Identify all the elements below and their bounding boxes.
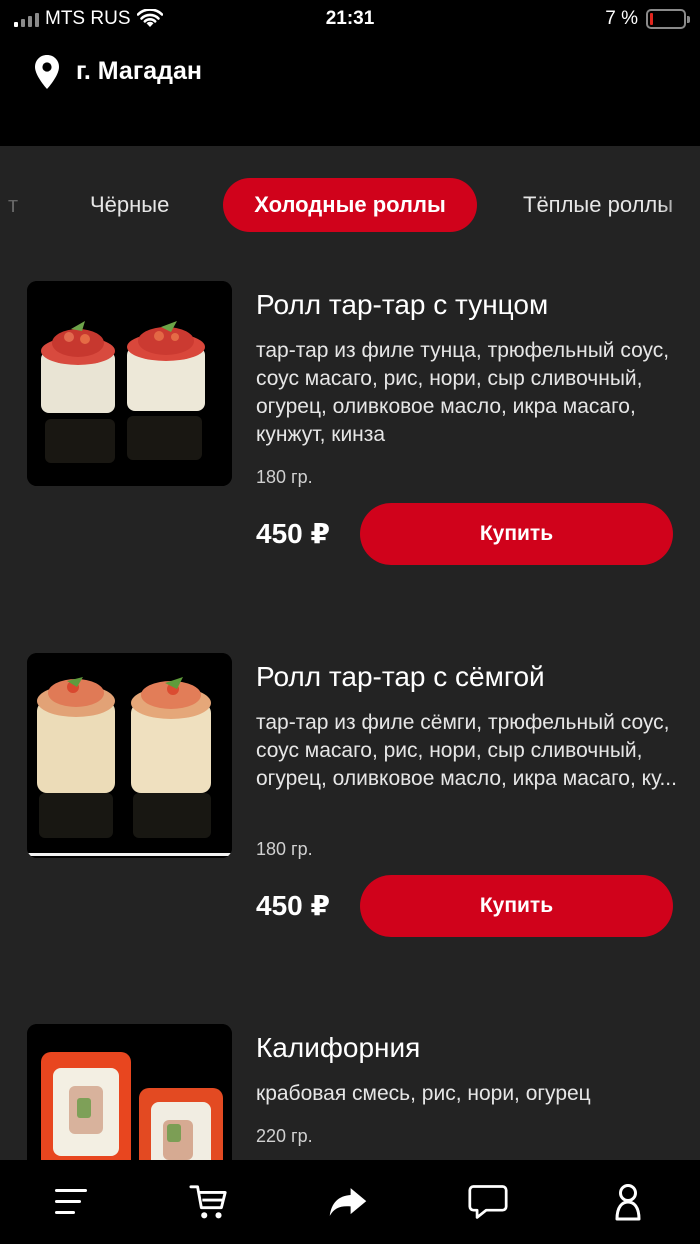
- menu-icon[interactable]: [50, 1182, 90, 1222]
- product-description: тар-тар из филе сёмги, трюфельный соус, …: [256, 711, 677, 790]
- battery-icon: [646, 9, 690, 29]
- product-name[interactable]: Ролл тар-тар с тунцом: [256, 289, 548, 321]
- menu-content[interactable]: т Чёрные Холодные роллы Тёплые роллы Рол…: [0, 146, 700, 1160]
- product-image[interactable]: [27, 1024, 232, 1160]
- clock: 21:31: [325, 8, 375, 29]
- cart-icon[interactable]: [189, 1182, 229, 1222]
- tab-previous-partial[interactable]: т: [8, 178, 18, 232]
- product-price: 450 ₽: [256, 890, 330, 921]
- tab-cold-rolls[interactable]: Холодные роллы: [223, 178, 477, 232]
- status-bar: MTS RUS 21:31 7 %: [0, 0, 700, 40]
- location-pin-icon: [35, 55, 59, 89]
- battery-percent: 7 %: [605, 8, 638, 29]
- profile-icon[interactable]: [608, 1182, 648, 1222]
- product-price: 450 ₽: [256, 518, 330, 549]
- buy-button[interactable]: Купить: [360, 875, 673, 937]
- product-weight: 220 гр.: [256, 1126, 313, 1146]
- tab-black[interactable]: Чёрные: [90, 178, 169, 232]
- tab-warm-rolls[interactable]: Тёплые роллы: [523, 178, 673, 232]
- product-image[interactable]: [27, 281, 232, 486]
- category-tabs[interactable]: т Чёрные Холодные роллы Тёплые роллы: [0, 178, 700, 232]
- product-description: тар-тар из филе тунца, трюфельный соус, …: [256, 339, 670, 446]
- tabs-fade: [660, 178, 700, 232]
- buy-button[interactable]: Купить: [360, 503, 673, 565]
- chat-icon[interactable]: [468, 1182, 508, 1222]
- product-name[interactable]: Калифорния: [256, 1032, 420, 1064]
- product-description: крабовая смесь, рис, нори, огурец: [256, 1082, 591, 1105]
- bottom-tab-bar: [0, 1160, 700, 1244]
- product-name[interactable]: Ролл тар-тар с сёмгой: [256, 661, 545, 693]
- product-image[interactable]: [27, 653, 232, 858]
- location-header[interactable]: г. Магадан: [0, 40, 700, 146]
- share-icon[interactable]: [328, 1182, 368, 1222]
- product-weight: 180 гр.: [256, 839, 313, 859]
- city-label: г. Магадан: [76, 57, 203, 85]
- product-weight: 180 гр.: [256, 467, 313, 487]
